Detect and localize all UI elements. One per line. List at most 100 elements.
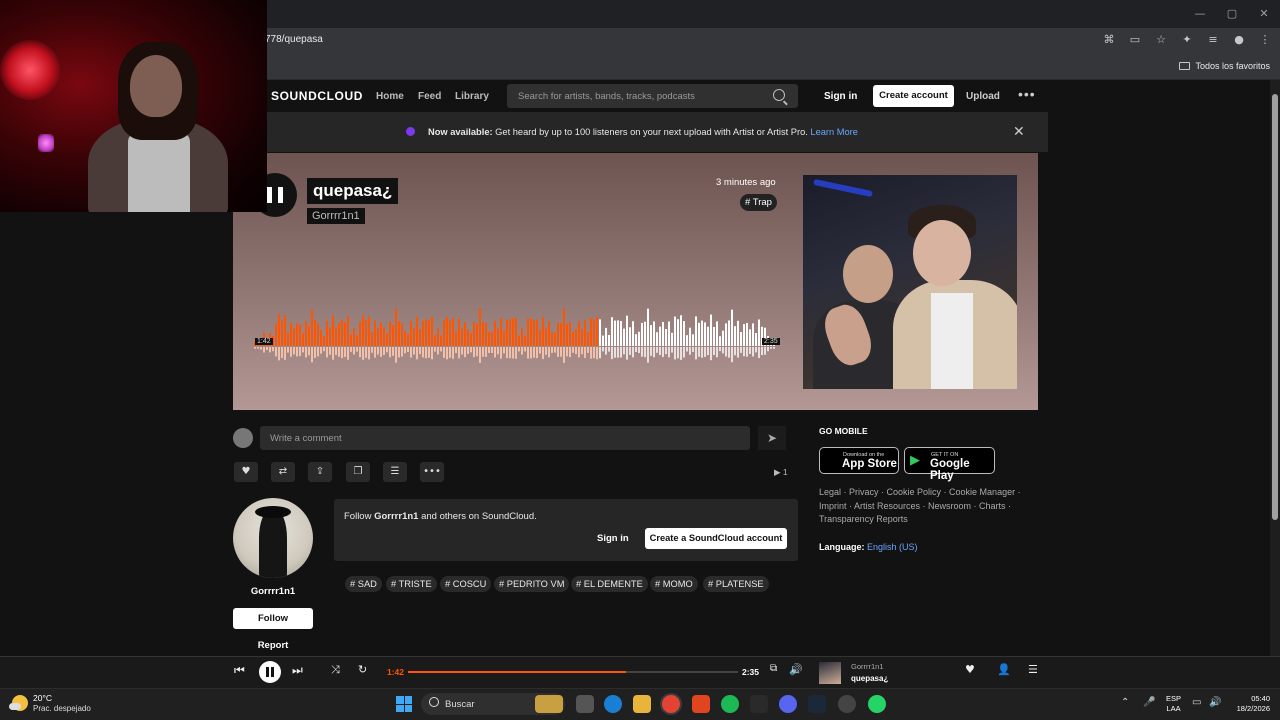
upload-link[interactable]: Upload: [966, 91, 1000, 102]
soundcloud-logo[interactable]: SOUNDCLOUD: [271, 89, 363, 103]
waveform-bar: [743, 324, 745, 346]
tag-el-demente[interactable]: # EL DEMENTE: [571, 576, 648, 592]
chrome-icon[interactable]: [662, 695, 680, 713]
genre-tag[interactable]: # Trap: [740, 194, 777, 211]
language-value[interactable]: English (US): [867, 542, 918, 552]
weather-desc[interactable]: Prac. despejado: [33, 704, 91, 713]
tag-triste[interactable]: # TRISTE: [386, 576, 437, 592]
brave-icon[interactable]: [692, 695, 710, 713]
avatar-figure: [255, 506, 291, 518]
file-explorer-icon[interactable]: [633, 695, 651, 713]
like-icon[interactable]: ♥: [965, 663, 975, 676]
player-artist[interactable]: Gorrrr1n1: [851, 662, 884, 671]
player-pause-button[interactable]: [259, 661, 281, 683]
queue-icon[interactable]: ☰: [1028, 663, 1038, 676]
maximize-button[interactable]: ▢: [1216, 0, 1248, 28]
waveform-bar: [332, 315, 334, 346]
profile-icon[interactable]: ●: [1232, 33, 1246, 47]
windows-start-icon[interactable]: [396, 696, 412, 712]
edge-icon[interactable]: [604, 695, 622, 713]
sign-in-button[interactable]: Sign in: [597, 533, 629, 544]
network-icon[interactable]: ▭: [1192, 697, 1201, 708]
whatsapp-icon[interactable]: [868, 695, 886, 713]
track-artist-link[interactable]: Gorrrr1n1: [307, 208, 365, 224]
nav-library[interactable]: Library: [455, 91, 489, 102]
cast-icon[interactable]: ▭: [1128, 33, 1142, 47]
legal-links[interactable]: Legal · Privacy · Cookie Policy · Cookie…: [819, 486, 1029, 527]
search-icon[interactable]: [773, 89, 785, 101]
copy-link-button[interactable]: ❐: [346, 462, 370, 482]
discord-icon[interactable]: [779, 695, 797, 713]
tag-momo[interactable]: # MOMO: [650, 576, 698, 592]
tag-sad[interactable]: # SAD: [345, 576, 382, 592]
spotify-icon[interactable]: [721, 695, 739, 713]
share-button[interactable]: ⇪: [308, 462, 332, 482]
app-icon[interactable]: [838, 695, 856, 713]
microphone-icon[interactable]: 🎤: [1143, 697, 1155, 708]
close-window-button[interactable]: ✕: [1248, 0, 1280, 28]
tag-pedrito-vm[interactable]: # PEDRITO VM: [494, 576, 570, 592]
volume-tray-icon[interactable]: 🔊: [1209, 697, 1221, 708]
task-view-icon[interactable]: [576, 695, 594, 713]
repost-button[interactable]: ⇄: [271, 462, 295, 482]
waveform-reflection-bar: [524, 347, 526, 352]
like-button[interactable]: ♥: [234, 462, 258, 482]
waveform-bar: [323, 336, 325, 346]
nav-home[interactable]: Home: [376, 91, 404, 102]
nav-feed[interactable]: Feed: [418, 91, 441, 102]
app-store-badge[interactable]: Download on the App Store: [819, 447, 899, 474]
waveform-reflection-bar: [368, 347, 370, 360]
create-soundcloud-account-button[interactable]: Create a SoundCloud account: [645, 528, 787, 549]
minimize-button[interactable]: —: [1184, 0, 1216, 28]
url-field[interactable]: 778/quepasa: [265, 34, 323, 45]
waveform-reflection-bar: [326, 347, 328, 358]
next-icon[interactable]: ⏭: [292, 663, 303, 678]
previous-icon[interactable]: ⏮: [234, 663, 245, 678]
tray-overflow-icon[interactable]: ⌃: [1121, 697, 1129, 708]
report-link[interactable]: Report: [233, 640, 313, 651]
follow-user-icon[interactable]: 👤: [997, 663, 1011, 676]
send-icon[interactable]: ➤: [758, 426, 786, 450]
reading-list-icon[interactable]: ≡: [1206, 33, 1220, 47]
tag-platense[interactable]: # PLATENSE: [703, 576, 769, 592]
waveform-reflection-bar: [419, 347, 421, 355]
waveform-bar: [320, 329, 322, 346]
artist-avatar[interactable]: [233, 498, 313, 578]
clock[interactable]: 05:40 18/2/2026: [1228, 694, 1270, 714]
translate-icon[interactable]: ⌘: [1102, 33, 1116, 47]
widgets-icon[interactable]: [535, 695, 563, 713]
picture-in-picture-icon[interactable]: ⧉: [770, 663, 777, 674]
tag-coscu[interactable]: # COSCU: [440, 576, 492, 592]
all-favorites-folder[interactable]: Todos los favoritos: [1179, 61, 1270, 71]
webcam-overlay: [0, 0, 267, 212]
steam-icon[interactable]: [808, 695, 826, 713]
add-to-next-up-button[interactable]: ☰: [383, 462, 407, 482]
more-options-icon[interactable]: •••: [1018, 86, 1036, 102]
waveform-reflection-bar: [488, 347, 490, 353]
learn-more-link[interactable]: Learn More: [810, 127, 858, 137]
waveform-reflection-bar: [575, 347, 577, 355]
weather-icon[interactable]: [9, 695, 28, 711]
close-icon[interactable]: ✕: [1013, 124, 1025, 140]
scrollbar-thumb[interactable]: [1272, 94, 1278, 520]
weather-temp[interactable]: 20°C: [33, 693, 52, 703]
browser-menu-icon[interactable]: ⋮: [1258, 33, 1272, 47]
follow-button[interactable]: Follow: [233, 608, 313, 629]
language-indicator[interactable]: ESP LAA: [1166, 694, 1181, 714]
sign-in-button[interactable]: Sign in: [824, 91, 857, 102]
repeat-icon[interactable]: ↻: [358, 663, 367, 676]
star-icon[interactable]: ☆: [1154, 33, 1168, 47]
language-selector[interactable]: Language: English (US): [819, 542, 918, 552]
google-play-badge[interactable]: ▶ GET IT ON Google Play: [904, 447, 995, 482]
player-track-thumbnail[interactable]: [819, 662, 841, 684]
player-title[interactable]: quepasa¿: [851, 674, 888, 683]
epic-games-icon[interactable]: [750, 695, 768, 713]
shuffle-icon[interactable]: ⤨: [331, 663, 340, 677]
waveform-reflection-bar: [398, 347, 400, 358]
more-actions-button[interactable]: •••: [420, 462, 444, 482]
extensions-icon[interactable]: ✦: [1180, 33, 1194, 47]
volume-icon[interactable]: 🔊: [789, 663, 803, 676]
create-account-button[interactable]: Create account: [873, 85, 954, 107]
artist-name[interactable]: Gorrrr1n1: [233, 586, 313, 597]
waveform[interactable]: [254, 300, 776, 368]
